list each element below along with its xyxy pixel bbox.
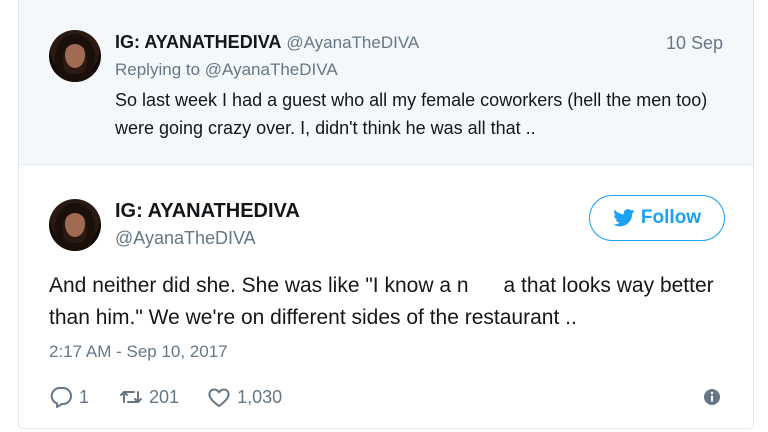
retweet-action[interactable]: 201 (119, 385, 179, 409)
tweet-timestamp[interactable]: 2:17 AM - Sep 10, 2017 (49, 342, 228, 362)
tweet-card: IG: AYANATHEDIVA @AyanaTheDIVA 10 Sep Re… (18, 0, 754, 429)
like-count: 1,030 (237, 386, 283, 407)
info-icon[interactable] (703, 388, 721, 406)
replying-prefix: Replying to (115, 60, 201, 79)
parent-tweet-header: IG: AYANATHEDIVA @AyanaTheDIVA (115, 32, 419, 53)
display-name[interactable]: IG: AYANATHEDIVA (115, 200, 300, 223)
like-action[interactable]: 1,030 (207, 385, 282, 409)
retweet-icon (120, 391, 143, 403)
twitter-bird-icon (613, 209, 635, 227)
parent-tweet-text: So last week I had a guest who all my fe… (115, 90, 708, 138)
avatar[interactable] (49, 199, 101, 251)
retweet-count: 201 (149, 386, 180, 407)
avatar-hair (55, 34, 95, 82)
tweet-actions: 1 201 1,030 (49, 383, 282, 411)
follow-button[interactable]: Follow (589, 195, 725, 241)
display-name[interactable]: IG: AYANATHEDIVA (115, 32, 281, 52)
reply-action[interactable]: 1 (49, 385, 89, 409)
main-tweet-text: And neither did she. She was like "I kno… (49, 274, 720, 329)
reply-icon (50, 387, 72, 408)
heart-icon (208, 388, 230, 407)
user-handle[interactable]: @AyanaTheDIVA (115, 228, 256, 249)
avatar[interactable] (49, 30, 101, 82)
parent-tweet[interactable]: IG: AYANATHEDIVA @AyanaTheDIVA 10 Sep Re… (19, 0, 753, 165)
reply-count: 1 (79, 386, 90, 407)
replying-handle-link[interactable]: @AyanaTheDIVA (205, 60, 338, 79)
avatar-hair (55, 203, 95, 251)
follow-label: Follow (640, 207, 702, 228)
user-handle[interactable]: @AyanaTheDIVA (286, 33, 419, 52)
tweet-date[interactable]: 10 Sep (666, 33, 723, 54)
replying-to: Replying to @AyanaTheDIVA (115, 60, 338, 80)
